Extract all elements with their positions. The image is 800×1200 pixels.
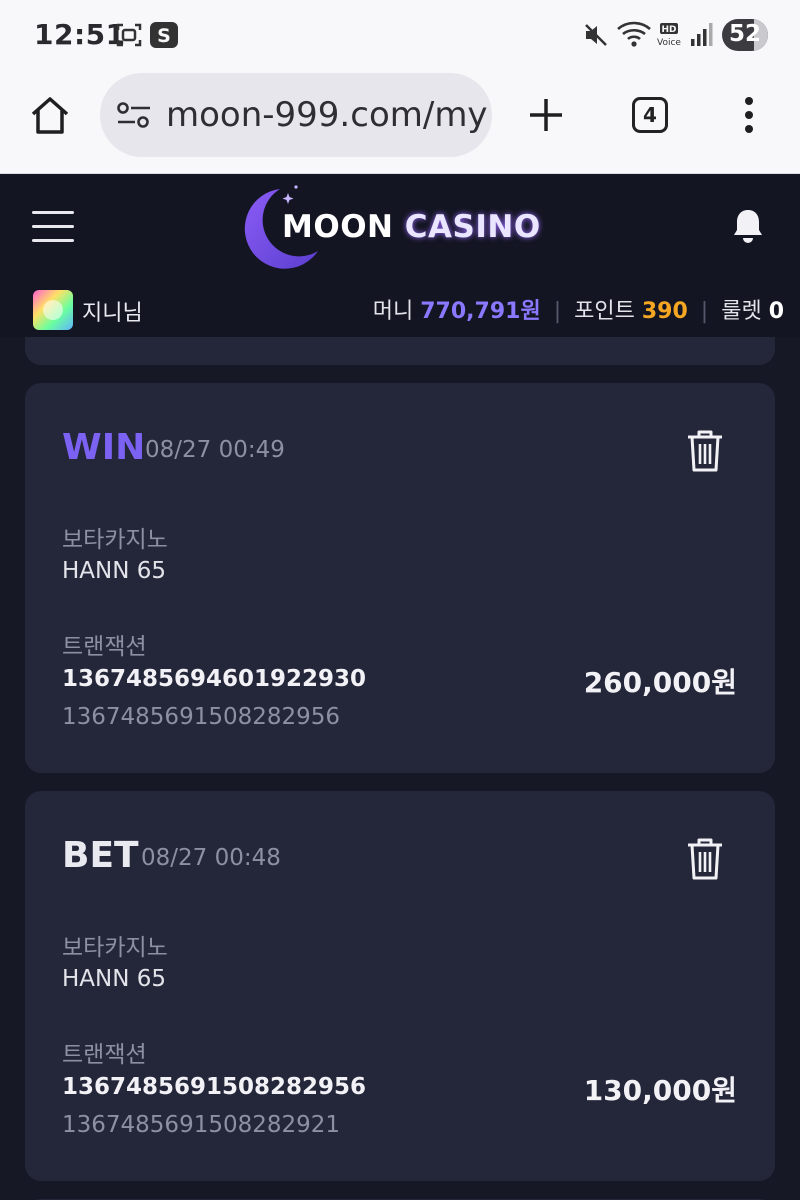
- roulette-label: 룰렛: [721, 299, 762, 324]
- record-amount: 130,000원: [583, 1074, 737, 1107]
- divider: |: [700, 299, 709, 324]
- svg-text:Voice: Voice: [657, 38, 681, 48]
- more-menu-icon[interactable]: [742, 96, 756, 134]
- transaction-label: 트랜잭션: [62, 634, 147, 660]
- s-app-icon: S: [150, 22, 178, 48]
- svg-text:HD: HD: [661, 25, 676, 35]
- money-label: 머니: [372, 299, 414, 324]
- site-settings-icon[interactable]: [116, 101, 152, 129]
- tab-switcher-button[interactable]: 4: [632, 97, 668, 133]
- transaction-ref: 1367485691508282956: [62, 704, 341, 730]
- svg-text:S: S: [157, 25, 171, 47]
- screenshot-icon: [116, 23, 142, 47]
- trash-icon[interactable]: [685, 429, 725, 473]
- address-bar[interactable]: moon-999.com/my: [100, 73, 492, 157]
- history-card-bet: BET 08/27 00:48 보타카지노 HANN 65 트랜잭션 13674…: [25, 791, 775, 1181]
- list-item: [25, 337, 775, 365]
- game-name: HANN 65: [62, 558, 167, 584]
- new-tab-icon[interactable]: [528, 97, 564, 133]
- avatar[interactable]: [33, 290, 73, 330]
- record-date: 08/27 00:49: [145, 437, 285, 463]
- record-amount: 260,000원: [583, 666, 737, 699]
- browser-toolbar: moon-999.com/my 4: [0, 70, 800, 174]
- url-text: moon-999.com/my: [166, 95, 488, 135]
- battery-level: 52: [728, 21, 761, 47]
- balance-summary: 머니 770,791원 | 포인트 390 | 룰렛 0: [373, 293, 784, 325]
- home-icon[interactable]: [28, 94, 72, 136]
- roulette-value: 0: [768, 299, 784, 324]
- status-time: 12:51: [34, 18, 126, 51]
- history-card-win: WIN 08/27 00:49 보타카지노 HANN 65 트랜잭션 13674…: [25, 383, 775, 773]
- record-date: 08/27 00:48: [141, 845, 281, 871]
- wifi-icon: [617, 21, 651, 47]
- trash-icon[interactable]: [685, 837, 725, 881]
- game-name: HANN 65: [62, 966, 167, 992]
- money-value: 770,791원: [420, 299, 541, 324]
- battery-indicator: 52: [722, 19, 768, 51]
- app-header: MOON CASINO: [0, 175, 800, 281]
- betting-history-list: WIN 08/27 00:49 보타카지노 HANN 65 트랜잭션 13674…: [0, 337, 800, 1200]
- hd-voice-icon: HD Voice: [657, 23, 681, 48]
- record-type: WIN: [62, 427, 146, 468]
- status-bar: 12:51 S HD Voice 52: [0, 0, 800, 70]
- brand-casino: CASINO: [404, 209, 541, 245]
- transaction-id: 1367485691508282956: [62, 1074, 367, 1100]
- brand-logo-text[interactable]: MOON CASINO: [282, 209, 541, 245]
- provider-name: 보타카지노: [62, 935, 168, 961]
- notification-bell-icon[interactable]: [730, 207, 766, 245]
- menu-icon[interactable]: [32, 211, 74, 243]
- provider-name: 보타카지노: [62, 527, 168, 553]
- brand-moon: MOON: [282, 209, 394, 245]
- record-type: BET: [62, 835, 139, 876]
- username: 지니님: [82, 301, 143, 326]
- points-label: 포인트: [574, 299, 635, 324]
- signal-icon: [691, 23, 713, 46]
- transaction-id: 1367485694601922930: [62, 666, 367, 692]
- points-value: 390: [641, 299, 688, 324]
- transaction-label: 트랜잭션: [62, 1042, 147, 1068]
- user-info-bar: 지니님 머니 770,791원 | 포인트 390 | 룰렛 0: [0, 281, 800, 337]
- mute-icon: [585, 24, 607, 46]
- divider: |: [553, 299, 562, 324]
- transaction-ref: 1367485691508282921: [62, 1112, 341, 1138]
